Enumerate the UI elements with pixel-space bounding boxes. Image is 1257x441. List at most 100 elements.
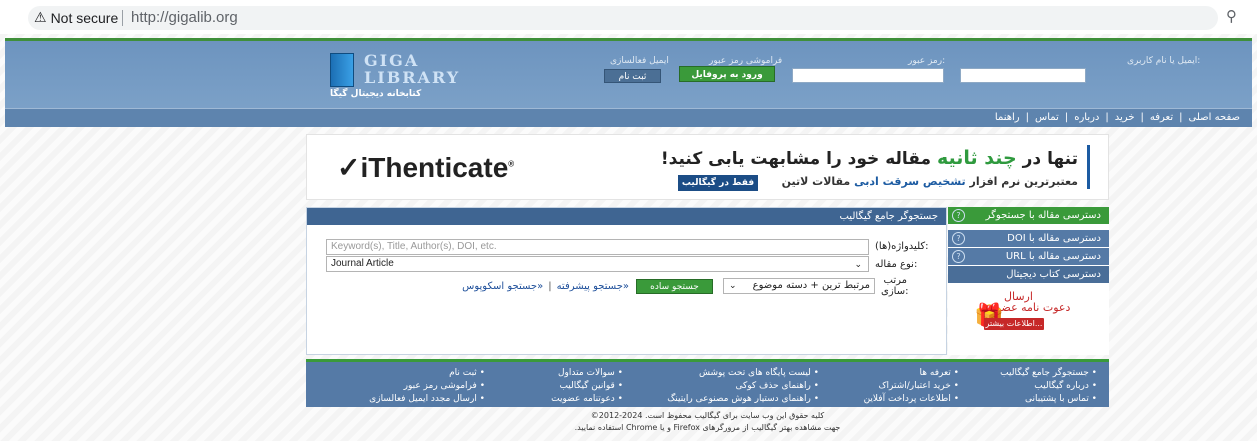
article-type-label: نوع مقاله: [875,259,918,270]
ithenticate-brand: iThenticate [360,152,509,183]
email-activation-link[interactable]: ایمیل فعالسازی [610,56,669,66]
scopus-search-link[interactable]: «جستجو اسکوپوس [462,281,543,292]
copyright-line-2: جهت مشاهده بهتر گیگالیب از مرورگرهای Fir… [574,423,841,432]
footer-links: • جستجوگر جامع گیگالیب • درباره گیگالیب … [306,359,1109,407]
chevron-down-icon: ⌄ [854,259,862,269]
footer-link[interactable]: • راهنمای دستیار هوش مصنوعی رایتینگ [667,393,819,406]
logo-tagline: کتابخانه دیجیتال گیگا [330,89,422,99]
copyright-line-1: کلیه حقوق این وب سایت برای گیگالیب محفوظ… [590,411,825,420]
banner-accent-bar [1087,145,1090,189]
footer-link[interactable]: • اطلاعات پرداخت آفلاین [864,393,959,406]
email-field[interactable] [960,68,1086,83]
ithenticate-banner[interactable]: ✓iThenticate® تنها در چند ثانیه مقاله خو… [306,134,1109,200]
digital-book-access-label: دسترسی کتاب دیجیتال [1006,269,1101,280]
keyword-label: کلیدواژه(ها): [875,241,929,252]
keyword-input[interactable]: Keyword(s), Title, Author(s), DOI, etc. [326,239,869,255]
footer-link[interactable]: • تعرفه ها [864,367,959,380]
banner-headline-pre: تنها در [1022,149,1078,169]
zoom-icon[interactable]: ⚲ [1226,7,1237,25]
footer-col-3: • لیست پایگاه های تحت پوشش • راهنمای حذف… [667,367,819,406]
help-icon[interactable]: ? [952,232,965,245]
url-text[interactable]: http://gigalib.org [131,9,238,26]
nav-buy[interactable]: خرید [1115,112,1135,123]
nav-separator: | [1179,112,1183,123]
access-by-url-label: دسترسی مقاله با URL [1005,251,1101,262]
nav-separator: | [1064,112,1069,123]
footer-link[interactable]: • جستجوگر جامع گیگالیب [1000,367,1097,380]
footer-col-1: • جستجوگر جامع گیگالیب • درباره گیگالیب … [1000,367,1097,406]
address-divider [122,10,123,26]
nav-contact[interactable]: تماس [1035,112,1059,123]
link-separator: | [548,281,552,292]
help-icon[interactable]: ? [952,209,965,222]
copyright: کلیه حقوق این وب سایت برای گیگالیب محفوظ… [306,410,1109,434]
banner-subline-post: مقالات لاتین [781,175,851,188]
footer-link[interactable]: • ثبت نام [369,367,485,380]
warning-icon: ⚠ [34,9,47,25]
ithenticate-logo: ✓iThenticate® [337,152,515,183]
nav-separator: | [1025,112,1029,123]
sort-label: مرتب سازی: [881,275,909,297]
invite-more-button[interactable]: اطلاعات بیشتر... [984,318,1044,330]
banner-subline-highlight: تشخیص سرقت ادبی [854,175,966,188]
security-indicator[interactable]: ⚠ Not secure [34,9,118,26]
footer-link[interactable]: • خرید اعتبار/اشتراک [864,380,960,393]
signup-button[interactable]: ثبت نام [604,69,661,83]
digital-book-access[interactable]: دسترسی کتاب دیجیتال [948,266,1109,283]
footer-col-5: • ثبت نام • فراموشی رمز عبور • ارسال مجد… [369,367,485,406]
email-label: ایمیل یا نام کاربری: [1127,56,1201,66]
access-panel: دسترسی مقاله با جستجوگر ? دسترسی مقاله ب… [948,207,1109,355]
footer-link[interactable]: • فراموشی رمز عبور [369,380,485,393]
banner-cta-button[interactable]: فقط در گیگالیب [678,175,758,191]
checkmark-icon: ✓ [337,152,361,183]
security-label: Not secure [50,9,119,26]
sort-value: مرتبط ترین + دسته موضوع [752,280,870,291]
banner-subline-pre: معتبرترین نرم افزار [969,175,1078,188]
sort-select[interactable]: مرتبط ترین + دسته موضوع ⌄ [723,278,875,294]
footer-col-2: • تعرفه ها • خرید اعتبار/اشتراک • اطلاعا… [864,367,959,406]
nav-about[interactable]: درباره [1074,112,1099,123]
access-by-doi[interactable]: دسترسی مقاله با DOI ? [948,230,1109,247]
nav-help[interactable]: راهنما [995,112,1020,123]
banner-headline-post: مقاله خود را مشابهت یابی کنید! [660,149,932,169]
search-links: «جستجو پیشرفته | «جستجو اسکوپوس [429,281,629,292]
footer-link[interactable]: • قوانین گیگالیب [551,380,623,393]
banner-headline: تنها در چند ثانیه مقاله خود را مشابهت یا… [661,147,1078,169]
footer-link[interactable]: • دعوتنامه عضویت [551,393,623,406]
password-field[interactable] [792,68,944,83]
nav-separator: | [1105,112,1109,123]
book-icon [330,53,354,87]
simple-search-button[interactable]: جستجو ساده [636,279,713,294]
banner-subline: معتبرترین نرم افزار تشخیص سرقت ادبی مقال… [782,175,1078,188]
nav-separator: | [1140,112,1144,123]
article-type-value: Journal Article [331,258,394,269]
nav-pricing[interactable]: تعرفه [1150,112,1173,123]
forgot-password-link[interactable]: فراموشی رمز عبور [709,56,782,66]
access-by-search[interactable]: دسترسی مقاله با جستجوگر ? [948,207,1109,224]
banner-headline-highlight: چند ثانیه [936,147,1017,169]
chevron-down-icon: ⌄ [729,281,737,291]
footer-link[interactable]: • تماس با پشتیبانی [1000,393,1097,406]
article-type-select[interactable]: Journal Article ⌄ [326,256,869,272]
access-by-search-label: دسترسی مقاله با جستجوگر [985,210,1101,221]
footer-link[interactable]: • درباره گیگالیب [1000,380,1097,393]
logo-bottom-text: LIBRARY [364,68,461,87]
help-icon[interactable]: ? [952,250,965,263]
nav-links: صفحه اصلی | تعرفه | خرید | درباره | تماس | راهنما [995,112,1240,123]
search-panel: جستجوگر جامع گیگالیب Keyword(s), Title, … [306,207,947,355]
access-by-doi-label: دسترسی مقاله با DOI [1007,233,1101,244]
keyword-placeholder: Keyword(s), Title, Author(s), DOI, etc. [331,241,497,252]
nav-home[interactable]: صفحه اصلی [1189,112,1240,123]
footer-col-4: • سوالات متداول • قوانین گیگالیب • دعوتن… [551,367,623,406]
search-panel-title: جستجوگر جامع گیگالیب [307,208,946,225]
footer-link[interactable]: • ارسال مجدد ایمیل فعالسازی [369,393,485,406]
main-nav: صفحه اصلی | تعرفه | خرید | درباره | تماس | راهنما [5,108,1252,127]
access-by-url[interactable]: دسترسی مقاله با URL ? [948,248,1109,265]
footer-link[interactable]: • راهنمای حذف کوکی [667,380,819,393]
advanced-search-link[interactable]: «جستجو پیشرفته [557,281,629,292]
browser-toolbar: ⚠ Not secure http://gigalib.org ⚲ [0,0,1257,34]
footer-link[interactable]: • لیست پایگاه های تحت پوشش [667,367,819,380]
footer-link[interactable]: • سوالات متداول [551,367,623,380]
login-button[interactable]: ورود به پروفایل [679,66,775,82]
invite-promo[interactable]: ارسال دعوت نامه عضویت 🎁 اطلاعات بیشتر... [964,290,1070,335]
